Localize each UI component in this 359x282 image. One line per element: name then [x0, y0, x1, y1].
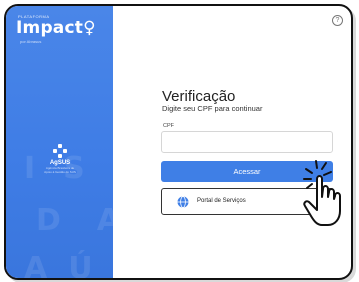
page-subtitle: Digite seu CPF para continuar [162, 104, 263, 113]
page-title: Verificação [162, 88, 236, 105]
brand-logo-icon: ♀ [83, 18, 96, 38]
cpf-label: CPF [163, 123, 174, 129]
globe-icon [177, 196, 189, 208]
partner-logo: AgSUS Agência Brasileira de Apoio à Gest… [42, 144, 78, 174]
agsus-logo-icon [53, 144, 67, 158]
watermark-row-3: AÚD [24, 251, 113, 279]
hand-pointer-icon [303, 160, 341, 226]
brand-logo: Impact♀ [16, 18, 96, 38]
help-icon[interactable]: ? [332, 15, 343, 26]
brand-panel: ISTE DA AÚD PLATAFORMA Impact♀ por Abras… [6, 6, 113, 278]
brand-tagline: por Abrasus [20, 39, 42, 44]
cpf-input[interactable] [161, 131, 333, 153]
brand-name: Impact [16, 18, 84, 38]
partner-sublabel: Agência Brasileira de Apoio à Gestão do … [44, 166, 76, 174]
watermark-row-2: DA [36, 203, 113, 238]
browser-frame: ISTE DA AÚD PLATAFORMA Impact♀ por Abras… [4, 4, 353, 280]
portal-label: Portal de Serviços [197, 198, 246, 204]
